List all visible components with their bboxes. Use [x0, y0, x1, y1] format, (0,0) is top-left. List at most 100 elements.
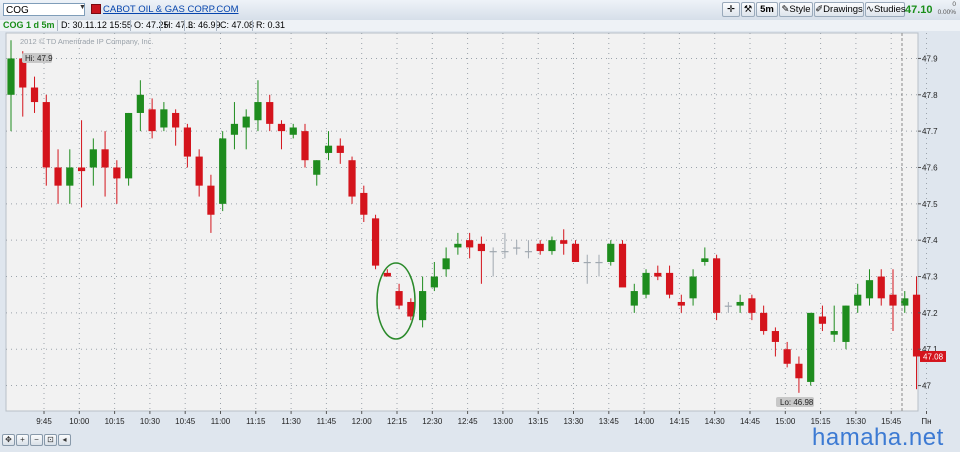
- plot-area: [5, 32, 919, 412]
- y-tick-label: 47: [922, 382, 931, 391]
- x-tick-label: 13:45: [599, 417, 620, 426]
- y-tick-label: 47.2: [922, 309, 938, 318]
- chevron-down-icon[interactable]: ▼: [79, 4, 86, 11]
- cross-icon[interactable]: ✛: [722, 2, 740, 17]
- candle-body: [689, 276, 697, 299]
- candle-body: [795, 363, 803, 379]
- candle-body: [466, 240, 474, 248]
- candle-body: [854, 294, 862, 306]
- current-price-tag: 47.08: [920, 350, 946, 362]
- x-tick-label: 13:30: [563, 417, 584, 426]
- x-tick-label: 10:00: [69, 417, 90, 426]
- x-tick-label: 10:45: [175, 417, 196, 426]
- candle-body: [724, 305, 732, 307]
- candle-body: [360, 192, 368, 215]
- candle-body: [172, 112, 180, 128]
- zoom-fit-icon[interactable]: ⊡: [44, 434, 57, 446]
- change-value: 0: [952, 1, 956, 8]
- x-tick-label: 14:15: [669, 417, 690, 426]
- y-tick-label: 47.7: [922, 127, 938, 136]
- candle-body: [818, 316, 827, 324]
- x-tick-label: 9:45: [36, 417, 52, 426]
- candle-body: [7, 58, 15, 95]
- pan-icon[interactable]: ✥: [2, 434, 15, 446]
- x-tick-label: 13:15: [528, 417, 549, 426]
- scroll-left-icon[interactable]: ◂: [58, 434, 71, 446]
- company-name-link[interactable]: CABOT OIL & GAS CORP.COM: [103, 4, 239, 15]
- candle-body: [665, 272, 674, 295]
- candle-body: [442, 258, 450, 270]
- style-button[interactable]: ✎Style: [779, 2, 813, 17]
- candle-body: [266, 102, 274, 124]
- candle-body: [630, 291, 638, 306]
- candle-body: [371, 218, 380, 266]
- candle-body: [607, 243, 615, 262]
- y-tick-label: 47.4: [922, 236, 938, 245]
- candle-body: [548, 240, 556, 252]
- candle-body: [830, 331, 838, 335]
- timeframe-button[interactable]: 5m: [756, 2, 778, 17]
- x-tick-label: 12:00: [352, 417, 373, 426]
- copyright-text: 2012 © TD Ameritrade IP Company, Inc.: [20, 37, 154, 46]
- studies-icon: ∿: [866, 4, 874, 15]
- candle-body: [889, 294, 897, 306]
- x-tick-label: 15:00: [775, 417, 796, 426]
- candle-body: [395, 291, 403, 306]
- candle-body: [430, 276, 438, 288]
- y-tick-label: 47.8: [922, 91, 938, 100]
- candle-body: [560, 240, 568, 244]
- candle-body: [383, 272, 391, 277]
- x-tick-label: 14:45: [740, 417, 761, 426]
- x-tick-label: 10:15: [105, 417, 126, 426]
- drawings-label: Drawings: [823, 4, 863, 15]
- x-tick-label: 10:30: [140, 417, 161, 426]
- x-tick-label: 14:30: [705, 417, 726, 426]
- candle-body: [618, 243, 627, 288]
- pencil-icon: ✐: [815, 4, 824, 15]
- candle-body: [160, 109, 168, 128]
- candle-body: [277, 123, 286, 132]
- candle-body: [736, 301, 744, 306]
- site-watermark: hamaha.net: [812, 424, 944, 451]
- candle-body: [219, 138, 227, 204]
- studies-label: Studies: [873, 4, 906, 15]
- candle-body: [195, 156, 203, 186]
- x-tick-label: 11:30: [281, 417, 301, 426]
- candle-body: [783, 349, 791, 364]
- candle-body: [324, 145, 333, 153]
- candle-body: [254, 102, 262, 121]
- x-tick-label: 11:45: [317, 417, 337, 426]
- studies-button[interactable]: ∿Studies: [865, 2, 906, 17]
- candle-body: [877, 276, 885, 299]
- candle-body: [454, 243, 462, 248]
- candle-body: [301, 131, 309, 161]
- drawings-button[interactable]: ✐Drawings: [814, 2, 864, 17]
- candle-body: [771, 331, 779, 342]
- price-chart[interactable]: 47.947.847.747.647.547.447.347.247.147 9…: [0, 31, 960, 432]
- change-percent: 0.00%: [937, 9, 956, 16]
- zoom-out-icon[interactable]: −: [30, 434, 43, 446]
- x-tick-label: 12:15: [387, 417, 408, 426]
- x-tick-label: 14:00: [634, 417, 655, 426]
- info-close: C: 47.08: [216, 20, 257, 31]
- candle-body: [183, 127, 191, 157]
- zoom-in-icon[interactable]: +: [16, 434, 29, 446]
- candle-body: [148, 109, 156, 132]
- candle-body: [760, 312, 768, 332]
- candle-body: [583, 261, 591, 264]
- x-tick-label: 12:45: [458, 417, 479, 426]
- candle-body: [30, 87, 39, 103]
- candle-body: [419, 291, 427, 321]
- color-link-icon[interactable]: [91, 4, 101, 14]
- wrench-icon[interactable]: ⚒: [741, 2, 755, 17]
- candle-body: [477, 243, 485, 252]
- symbol-input[interactable]: COG: [3, 3, 85, 16]
- hi-label-text: Hi: 47.9: [25, 54, 53, 63]
- lo-label: Lo: 46.98: [776, 397, 814, 407]
- x-tick-label: 12:30: [422, 417, 443, 426]
- candle-body: [66, 167, 74, 186]
- candle-body: [865, 280, 874, 299]
- candle-body: [701, 258, 709, 262]
- y-tick-label: 47.6: [922, 163, 938, 172]
- candle-body: [489, 251, 497, 253]
